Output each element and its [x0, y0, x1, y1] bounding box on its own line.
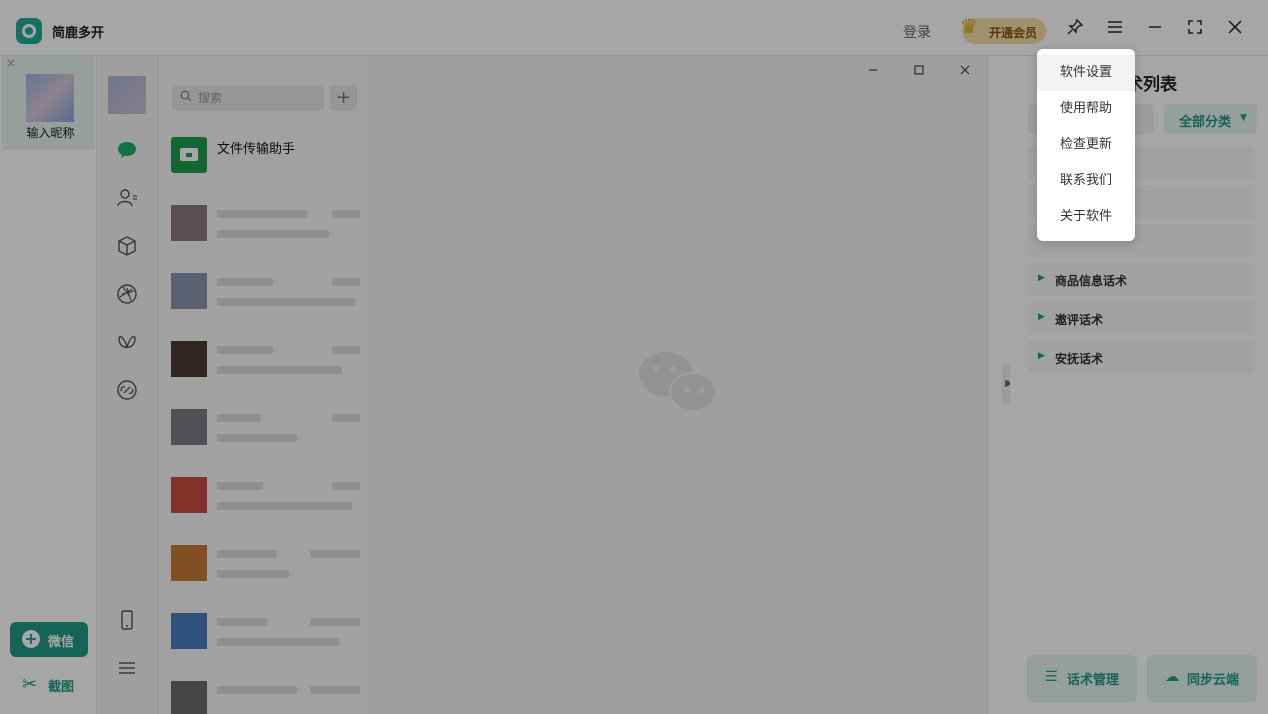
app-window: 简鹿多开 登录 ♛ 开通会员 × 输入昵称 + 微信 ✂ 截图 搜索 + 文件传…	[0, 0, 1268, 714]
menu-item-about[interactable]: 关于软件	[1037, 199, 1135, 235]
menu-item-contact[interactable]: 联系我们	[1037, 163, 1135, 199]
main-menu-dropdown: 软件设置 使用帮助 检查更新 联系我们 关于软件	[1037, 49, 1135, 241]
menu-item-check-update[interactable]: 检查更新	[1037, 127, 1135, 163]
menu-item-help[interactable]: 使用帮助	[1037, 91, 1135, 127]
menu-item-settings[interactable]: 软件设置	[1037, 55, 1135, 91]
